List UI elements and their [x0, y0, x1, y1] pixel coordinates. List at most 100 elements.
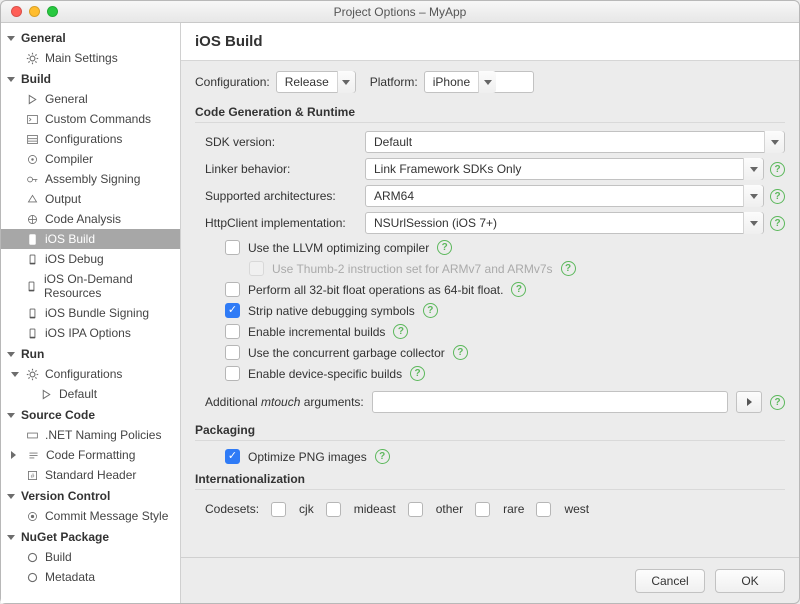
- strip-checkbox[interactable]: [225, 303, 240, 318]
- mtouch-args-input[interactable]: [372, 391, 728, 413]
- help-icon[interactable]: ?: [375, 449, 390, 464]
- sidebar-item-label: iOS On-Demand Resources: [44, 272, 174, 300]
- sidebar-category[interactable]: General: [1, 27, 180, 48]
- sidebar-category[interactable]: Version Control: [1, 485, 180, 506]
- help-icon[interactable]: ?: [511, 282, 526, 297]
- codeset-west-checkbox[interactable]: [536, 502, 551, 517]
- disclosure-triangle-icon: [7, 77, 15, 82]
- sidebar-category[interactable]: NuGet Package: [1, 526, 180, 547]
- png-checkbox-row: Optimize PNG images ?: [195, 449, 785, 464]
- sidebar-item-label: iOS Build: [45, 232, 95, 246]
- sidebar-item-ios-build[interactable]: iOS Build: [1, 229, 180, 249]
- settings-scroll[interactable]: Configuration: Release Platform: iPhone …: [181, 61, 799, 557]
- chevron-down-icon: [743, 185, 763, 207]
- gear-icon: [25, 367, 39, 381]
- sidebar-item-label: Standard Header: [45, 468, 136, 482]
- ok-button[interactable]: OK: [715, 569, 785, 593]
- configuration-label: Configuration:: [195, 75, 270, 89]
- sidebar-item-ios-on-demand-resources[interactable]: iOS On-Demand Resources: [1, 269, 180, 303]
- sidebar-item-metadata[interactable]: Metadata: [1, 567, 180, 587]
- linker-behavior-select[interactable]: Link Framework SDKs Only: [365, 158, 764, 180]
- sidebar-item-ios-bundle-signing[interactable]: iOS Bundle Signing: [1, 303, 180, 323]
- help-icon[interactable]: ?: [770, 216, 785, 231]
- httpclient-select[interactable]: NSUrlSession (iOS 7+): [365, 212, 764, 234]
- window-title: Project Options – MyApp: [1, 5, 799, 19]
- triangle-right-icon: [747, 398, 752, 406]
- sidebar-item-default[interactable]: Default: [1, 384, 180, 404]
- codeset-cjk-checkbox[interactable]: [271, 502, 286, 517]
- svg-text:#: #: [30, 472, 34, 479]
- png-checkbox[interactable]: [225, 449, 240, 464]
- phone-icon: [25, 326, 39, 340]
- disclosure-triangle-icon: [7, 535, 15, 540]
- row-http: HttpClient implementation: NSUrlSession …: [195, 212, 785, 234]
- sidebar-item-build[interactable]: Build: [1, 547, 180, 567]
- analysis-icon: [25, 212, 39, 226]
- gc-checkbox-row: Use the concurrent garbage collector ?: [195, 345, 785, 360]
- sidebar-item-configurations[interactable]: Configurations: [1, 129, 180, 149]
- sidebar-item-label: Default: [59, 387, 97, 401]
- sidebar-item-configurations[interactable]: Configurations: [1, 364, 180, 384]
- help-icon[interactable]: ?: [437, 240, 452, 255]
- mtouch-args-row: Additional mtouch arguments: ?: [195, 391, 785, 413]
- codeset-cjk: cjk: [271, 502, 314, 517]
- phone-icon: [25, 306, 39, 320]
- sidebar-item-output[interactable]: Output: [1, 189, 180, 209]
- sidebar-item-ios-ipa-options[interactable]: iOS IPA Options: [1, 323, 180, 343]
- help-icon[interactable]: ?: [770, 395, 785, 410]
- sdk-version-select[interactable]: Default: [365, 131, 785, 153]
- codeset-rare: rare: [475, 502, 524, 517]
- phone-icon: [25, 279, 38, 293]
- sidebar-item-commit-message-style[interactable]: Commit Message Style: [1, 506, 180, 526]
- incremental-checkbox[interactable]: [225, 324, 240, 339]
- sidebar-item-general[interactable]: General: [1, 89, 180, 109]
- chevron-down-icon: [743, 158, 763, 180]
- cancel-button[interactable]: Cancel: [635, 569, 705, 593]
- ring-icon: [25, 570, 39, 584]
- thumb-checkbox-row: Use Thumb-2 instruction set for ARMv7 an…: [195, 261, 785, 276]
- help-icon[interactable]: ?: [770, 162, 785, 177]
- sidebar-category[interactable]: Source Code: [1, 404, 180, 425]
- sidebar-item-label: Configurations: [45, 132, 122, 146]
- sidebar-item-label: Code Formatting: [46, 448, 135, 462]
- disclosure-triangle-icon: [7, 413, 15, 418]
- sidebar-item-compiler[interactable]: Compiler: [1, 149, 180, 169]
- device-checkbox[interactable]: [225, 366, 240, 381]
- gc-checkbox[interactable]: [225, 345, 240, 360]
- help-icon[interactable]: ?: [423, 303, 438, 318]
- codeset-other-checkbox[interactable]: [408, 502, 423, 517]
- sidebar-item-custom-commands[interactable]: Custom Commands: [1, 109, 180, 129]
- sidebar-item-label: Compiler: [45, 152, 93, 166]
- help-icon[interactable]: ?: [453, 345, 468, 360]
- gear-icon: [25, 51, 39, 65]
- help-icon[interactable]: ?: [410, 366, 425, 381]
- float-checkbox[interactable]: [225, 282, 240, 297]
- codeset-rare-checkbox[interactable]: [475, 502, 490, 517]
- help-icon[interactable]: ?: [393, 324, 408, 339]
- sidebar-item-assembly-signing[interactable]: Assembly Signing: [1, 169, 180, 189]
- sidebar-category[interactable]: Run: [1, 343, 180, 364]
- codeset-mideast-checkbox[interactable]: [326, 502, 341, 517]
- sidebar-item-code-formatting[interactable]: Code Formatting: [1, 445, 180, 465]
- configuration-select[interactable]: Release: [276, 71, 356, 93]
- help-icon[interactable]: ?: [770, 189, 785, 204]
- mtouch-label: Additional mtouch arguments:: [205, 395, 364, 409]
- sidebar-item-code-analysis[interactable]: Code Analysis: [1, 209, 180, 229]
- sidebar-item-standard-header[interactable]: # Standard Header: [1, 465, 180, 485]
- sidebar-category[interactable]: Build: [1, 68, 180, 89]
- supported-architectures-select[interactable]: ARM64: [365, 185, 764, 207]
- mtouch-args-button[interactable]: [736, 391, 762, 413]
- llvm-checkbox[interactable]: [225, 240, 240, 255]
- help-icon[interactable]: ?: [561, 261, 576, 276]
- sidebar-item-label: iOS Bundle Signing: [45, 306, 149, 320]
- sidebar-item-label: Build: [45, 550, 72, 564]
- sidebar-item-main-settings[interactable]: Main Settings: [1, 48, 180, 68]
- platform-select[interactable]: iPhone: [424, 71, 534, 93]
- disclosure-triangle-icon: [7, 36, 15, 41]
- strip-checkbox-row: Strip native debugging symbols ?: [195, 303, 785, 318]
- sidebar-item--net-naming-policies[interactable]: .NET Naming Policies: [1, 425, 180, 445]
- section-codegen: Code Generation & Runtime: [195, 105, 785, 123]
- sidebar-item-label: Code Analysis: [45, 212, 121, 226]
- ring-icon: [25, 550, 39, 564]
- sidebar-item-ios-debug[interactable]: iOS Debug: [1, 249, 180, 269]
